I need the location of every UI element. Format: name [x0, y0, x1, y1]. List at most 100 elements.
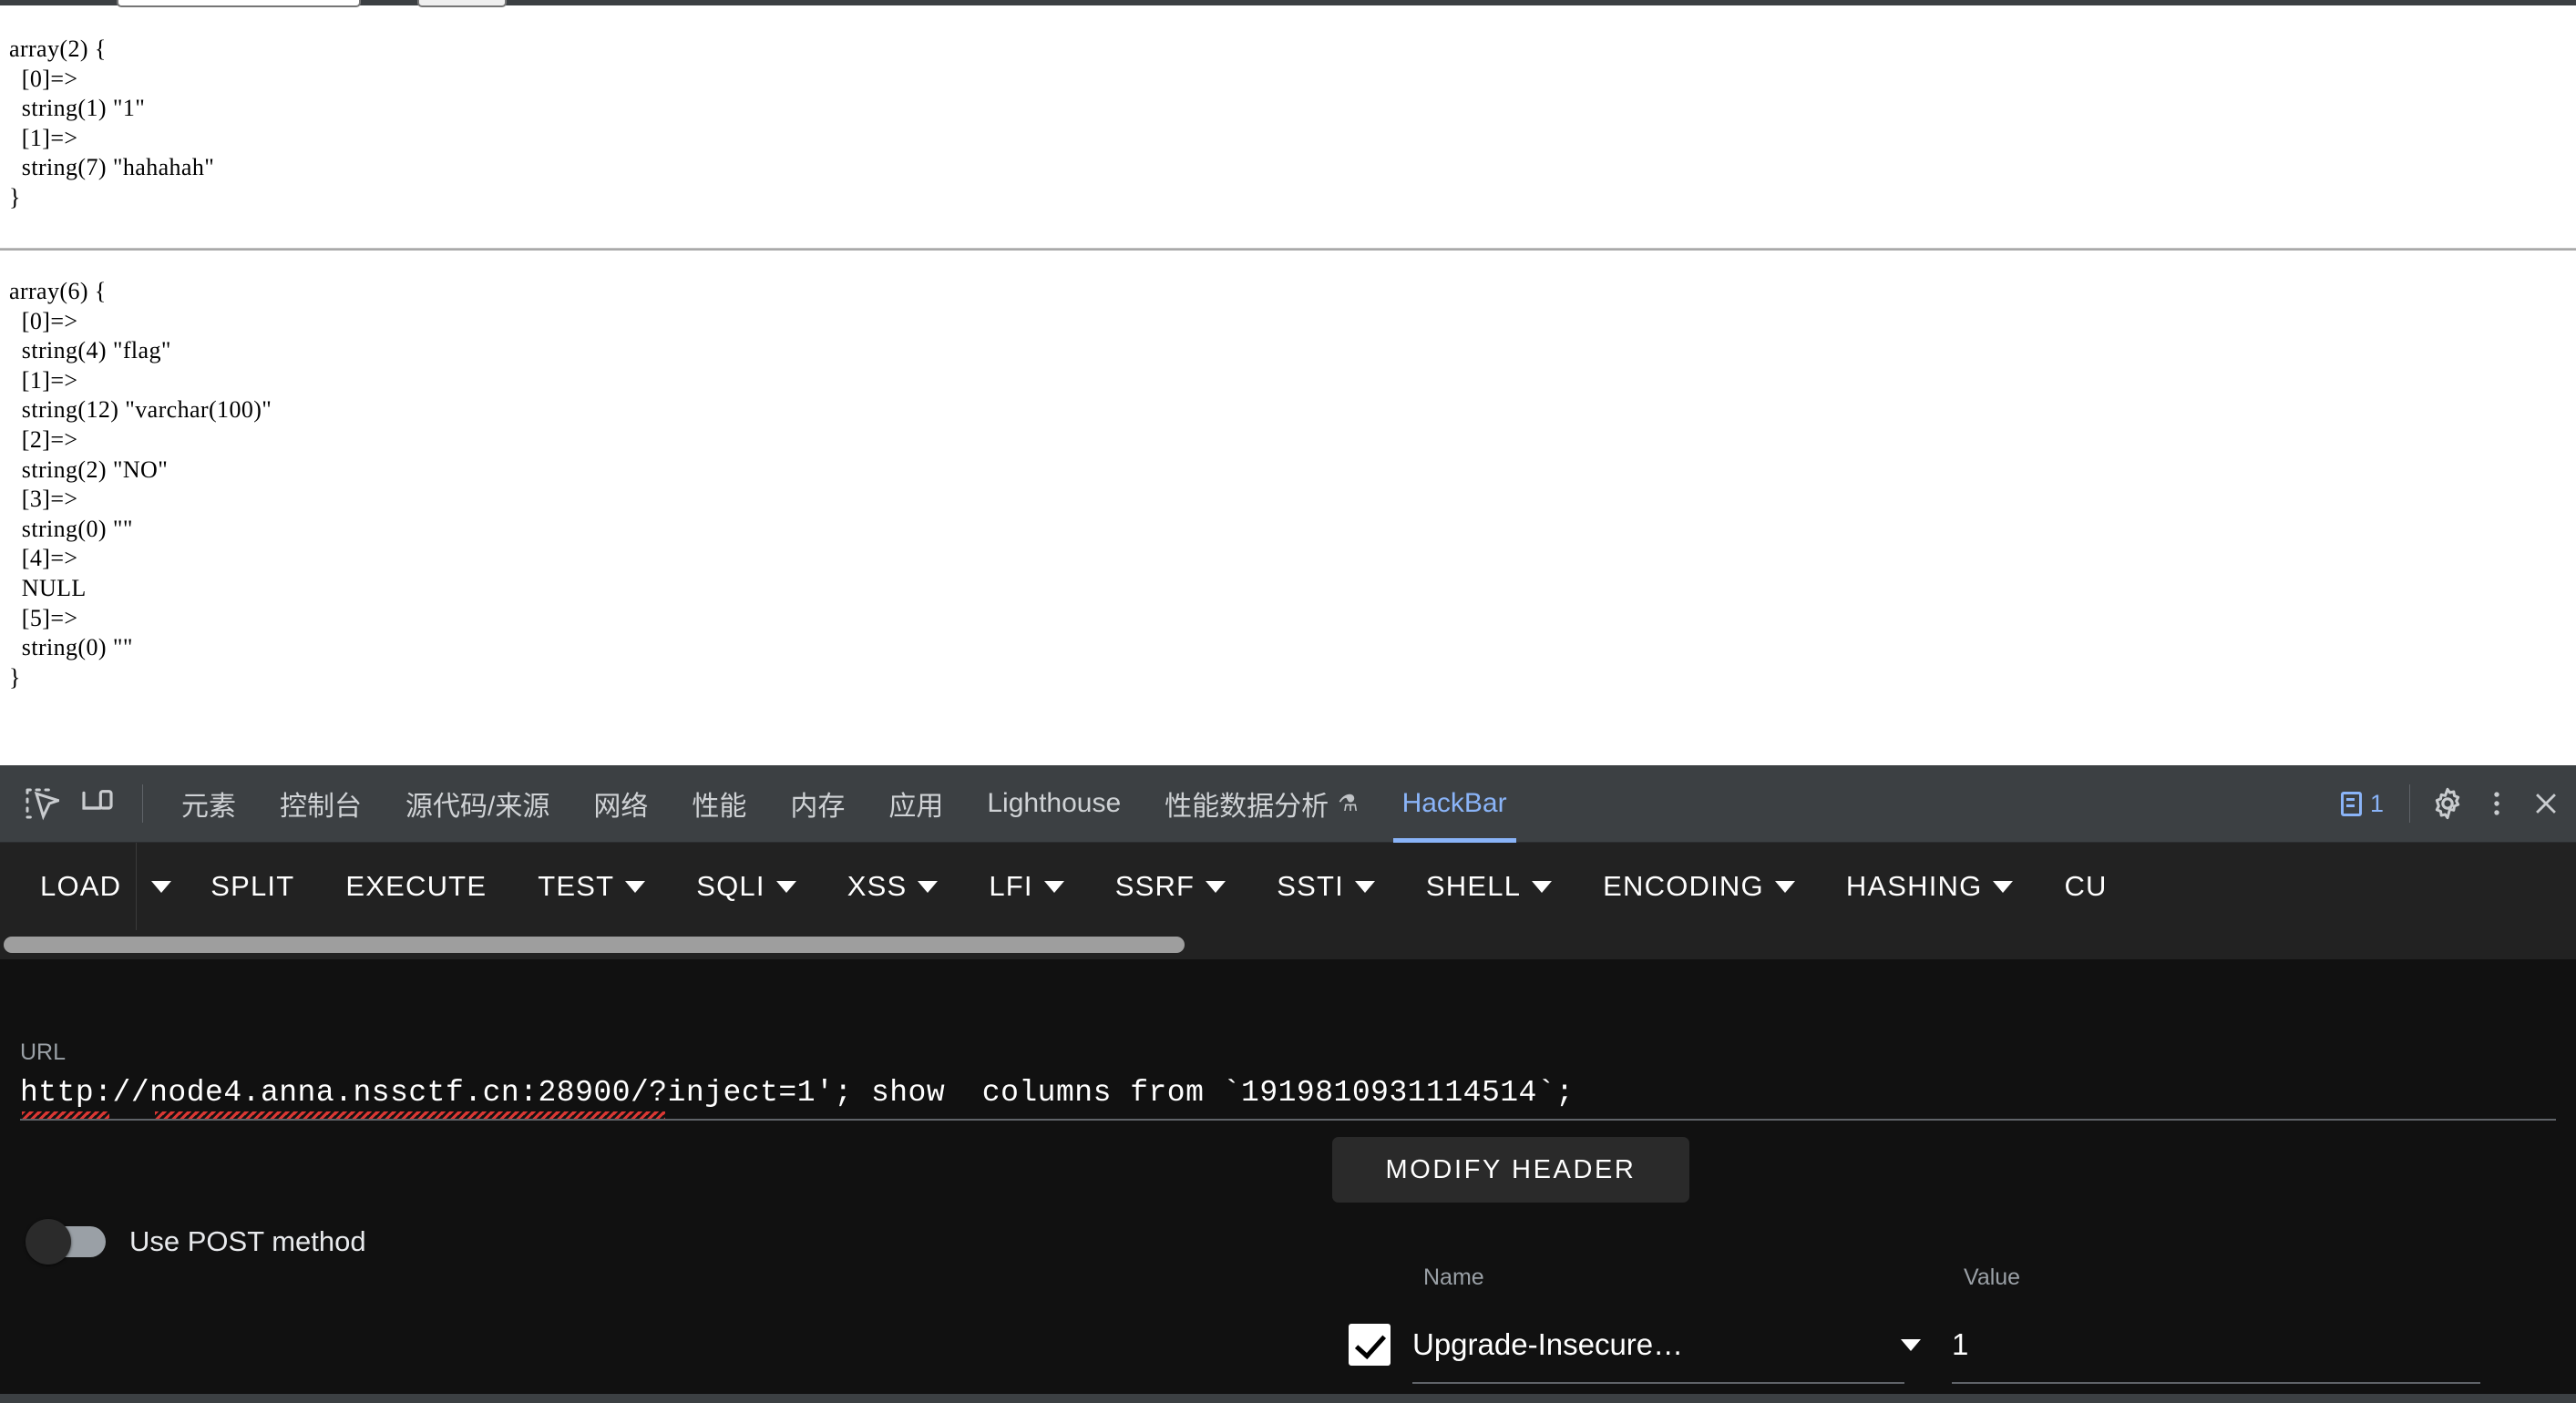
hackbar-load-dropdown-icon[interactable] [136, 843, 185, 930]
hackbar-ssrf-menu[interactable]: SSRF [1090, 843, 1251, 930]
hackbar-toolbar: LOAD SPLIT EXECUTE TEST SQLI XSS LFI SSR… [0, 843, 2576, 930]
chevron-down-icon[interactable] [1901, 1338, 1921, 1351]
hackbar-toolbar-scrollbar[interactable] [0, 930, 2576, 959]
devtools-tabbar-actions: 1 [2328, 779, 2576, 828]
devtools-tabbar: 元素 控制台 源代码/来源 网络 性能 内存 应用 Lighthouse 性能数… [0, 765, 2576, 843]
use-post-method-toggle[interactable] [26, 1219, 106, 1265]
modify-header-button[interactable]: MODIFY HEADER [1332, 1137, 1689, 1203]
page-text-input-partial[interactable] [117, 0, 361, 7]
chevron-down-icon [1532, 880, 1553, 893]
tab-label: 网络 [593, 792, 649, 822]
tab-memory[interactable]: 内存 [768, 765, 867, 843]
actions-divider [2409, 784, 2410, 823]
devtools-tab-list: 元素 控制台 源代码/来源 网络 性能 内存 应用 Lighthouse 性能数… [159, 765, 2328, 843]
hackbar-shell-menu[interactable]: SHELL [1401, 843, 1577, 930]
tab-label: HackBar [1401, 788, 1507, 818]
scrollbar-thumb[interactable] [4, 937, 1185, 953]
tab-hackbar[interactable]: HackBar [1380, 765, 1529, 843]
tab-application[interactable]: 应用 [867, 765, 965, 843]
chevron-down-icon [1043, 880, 1064, 893]
hackbar-execute-button[interactable]: EXECUTE [320, 843, 512, 930]
tab-label: 内存 [790, 792, 846, 822]
gear-icon[interactable] [2423, 779, 2472, 828]
tab-label: Lighthouse [987, 788, 1122, 818]
url-input-underline [20, 1119, 2556, 1121]
header-value-text: 1 [1952, 1327, 1969, 1361]
header-value-label: Value [1964, 1265, 2021, 1290]
use-post-method-label: Use POST method [129, 1225, 366, 1257]
button-label: MODIFY HEADER [1385, 1154, 1637, 1184]
tab-elements[interactable]: 元素 [159, 765, 258, 843]
tab-performance-insights[interactable]: 性能数据分析 ⚗ [1143, 765, 1380, 843]
tab-network[interactable]: 网络 [571, 765, 670, 843]
tab-label: 控制台 [280, 792, 362, 822]
kebab-menu-icon[interactable] [2472, 779, 2521, 828]
chevron-down-icon [1354, 880, 1375, 893]
page-submit-button-partial[interactable] [417, 0, 507, 7]
hackbar-sqli-menu[interactable]: SQLI [671, 843, 821, 930]
chevron-down-icon [1206, 880, 1226, 893]
hackbar-load-button[interactable]: LOAD [0, 843, 136, 930]
chevron-down-icon [775, 880, 796, 893]
browser-page-content: array(2) { [0]=> string(1) "1" [1]=> str… [0, 0, 2576, 765]
var-dump-block-2: array(6) { [0]=> string(4) "flag" [1]=> … [9, 278, 272, 691]
button-label: ENCODING [1603, 870, 1764, 902]
hackbar-hashing-menu[interactable]: HASHING [1821, 843, 2039, 930]
device-toolbar-icon[interactable] [69, 775, 126, 832]
tab-lighthouse[interactable]: Lighthouse [965, 765, 1143, 843]
url-input-wrapper[interactable]: http://node4.anna.nssctf.cn:28900/?injec… [20, 1076, 2556, 1121]
tab-sources[interactable]: 源代码/来源 [384, 765, 571, 843]
devtools-panel: 元素 控制台 源代码/来源 网络 性能 内存 应用 Lighthouse 性能数… [0, 765, 2576, 1403]
button-label: LFI [989, 870, 1033, 902]
use-post-method-row[interactable]: Use POST method [26, 1219, 366, 1265]
message-count-indicator[interactable]: 1 [2328, 790, 2396, 818]
tab-console[interactable]: 控制台 [258, 765, 384, 843]
hackbar-split-button[interactable]: SPLIT [185, 843, 320, 930]
button-label: EXECUTE [345, 870, 487, 902]
toggle-knob [26, 1219, 71, 1265]
chevron-down-icon [1993, 880, 2014, 893]
tab-label: 元素 [181, 792, 236, 822]
close-icon[interactable] [2521, 779, 2571, 828]
spellcheck-underline [155, 1111, 665, 1119]
tab-performance[interactable]: 性能 [670, 765, 768, 843]
button-label: TEST [538, 870, 615, 902]
button-label: LOAD [40, 870, 122, 902]
inspect-element-icon[interactable] [13, 775, 69, 832]
button-label: XSS [847, 870, 908, 902]
experiment-beaker-icon: ⚗ [1338, 791, 1359, 816]
button-label: SSRF [1114, 870, 1196, 902]
button-label: CU [2064, 870, 2108, 902]
header-name-underline [1412, 1382, 1904, 1384]
header-name-select[interactable]: Upgrade-Insecure… [1412, 1327, 1934, 1384]
button-label: SHELL [1425, 870, 1522, 902]
horizontal-rule [0, 248, 2576, 251]
screen-root: array(2) { [0]=> string(1) "1" [1]=> str… [0, 0, 2576, 1403]
toolbar-divider [142, 784, 143, 823]
hackbar-encoding-menu[interactable]: ENCODING [1577, 843, 1821, 930]
header-row: Upgrade-Insecure… 1 ✕ [1349, 1312, 2576, 1384]
header-name-value: Upgrade-Insecure… [1412, 1327, 1684, 1361]
url-field-label: URL [20, 1039, 67, 1065]
chevron-down-icon [918, 880, 939, 893]
button-label: SSTI [1277, 870, 1344, 902]
hackbar-xss-menu[interactable]: XSS [822, 843, 964, 930]
header-value-underline [1952, 1382, 2480, 1384]
message-icon [2340, 791, 2362, 816]
spellcheck-underline [22, 1111, 109, 1119]
hackbar-custom-menu[interactable]: CU [2038, 843, 2132, 930]
hackbar-test-menu[interactable]: TEST [512, 843, 671, 930]
tab-label: 性能数据分析 [1165, 792, 1329, 822]
button-label: SPLIT [210, 870, 295, 902]
button-label: SQLI [696, 870, 765, 902]
browser-chrome-edge [0, 0, 2576, 5]
hackbar-ssti-menu[interactable]: SSTI [1251, 843, 1401, 930]
header-enabled-checkbox[interactable] [1349, 1324, 1391, 1366]
devtools-bottom-edge [0, 1394, 2576, 1403]
header-value-input[interactable]: 1 [1952, 1327, 2480, 1384]
chevron-down-icon [625, 880, 646, 893]
tab-label: 源代码/来源 [405, 792, 550, 822]
var-dump-block-1: array(2) { [0]=> string(1) "1" [1]=> str… [9, 36, 215, 210]
hackbar-lfi-menu[interactable]: LFI [963, 843, 1089, 930]
button-label: HASHING [1845, 870, 1983, 902]
